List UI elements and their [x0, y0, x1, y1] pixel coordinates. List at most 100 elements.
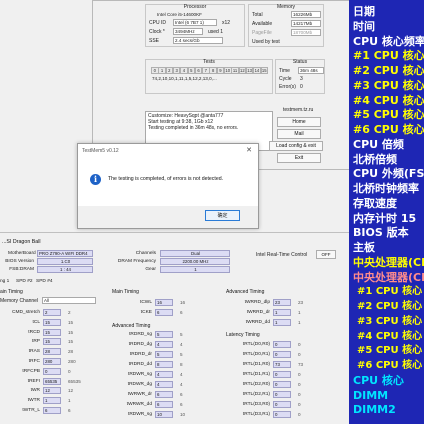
timing-readout: 0 [298, 342, 301, 347]
bios-label: BIOS Version [5, 259, 34, 264]
timing-value[interactable]: 2 [43, 309, 61, 316]
osd-line: #5 CPU 核心频 [353, 108, 424, 122]
clock-label: Clock * [149, 29, 165, 35]
dialog-message: The testing is completed, of errors is n… [108, 176, 224, 182]
osd-line: #3 CPU 核心 [357, 315, 423, 327]
site-link[interactable]: testmem.tz.ru [283, 107, 313, 113]
timing-label: tRFCPB [22, 368, 40, 374]
motherboard-value: PRO Z790-A WIFI DDR4 [37, 250, 93, 257]
timing-value[interactable]: 4 [155, 371, 173, 378]
timing-value[interactable]: 6 [155, 401, 173, 408]
irtc-label: Intel Real-Time Control [256, 252, 308, 258]
timing-label: tRTL(D3,R0) [242, 402, 270, 407]
timing-label: tRDWR_dg [127, 382, 152, 387]
timing-value[interactable]: 0 [273, 351, 291, 358]
status-title: Status [292, 59, 308, 65]
tab-spd1[interactable]: ng 1 [0, 279, 9, 284]
timing-label: tRDWR_sg [128, 412, 152, 417]
timing-value[interactable]: 15 [43, 328, 61, 336]
osd-line: 日期 [353, 5, 375, 18]
timing-value[interactable]: 280 [43, 358, 61, 365]
timing-label: tRDRD_sg [129, 332, 152, 337]
timing-value[interactable]: 0 [43, 367, 61, 375]
total-label: Total [252, 12, 263, 18]
timing-value[interactable]: 73 [273, 361, 291, 368]
timing-value[interactable]: 1 [43, 397, 61, 405]
timing-value[interactable]: 12 [43, 387, 61, 395]
mail-button[interactable]: Mail [277, 129, 321, 139]
timing-label: tRDWR_sg [128, 372, 152, 377]
timing-value[interactable]: 10 [155, 411, 173, 418]
exit-button[interactable]: Exit [277, 153, 321, 163]
timing-value[interactable]: 0 [273, 401, 291, 408]
message-dialog: TestMem5 v0.12 ✕ i The testing is comple… [77, 143, 259, 229]
timing-value[interactable]: 5 [155, 351, 173, 358]
timing-readout: 0 [298, 402, 301, 407]
timing-label: tRDRD_dr [129, 352, 152, 357]
timing-readout: 280 [68, 359, 76, 364]
timing-value[interactable]: 1 [273, 319, 291, 326]
osd-line: 北桥倍频 [353, 152, 397, 166]
timing-label: tRFC [28, 359, 40, 364]
memory-channel-label: Memory Channel [0, 298, 39, 304]
osd-line: #2 CPU 核心 [357, 301, 423, 312]
timing-label: tRAS [28, 349, 40, 355]
timing-value[interactable]: 1 [273, 309, 291, 316]
timing-label: tWTR_L [22, 408, 40, 413]
cpu-threads: x12 [222, 20, 231, 26]
close-icon[interactable]: ✕ [246, 146, 252, 154]
timing-value[interactable]: 23 [273, 299, 291, 306]
processor-group: Processor Intel Core i5-14600KF CPU ID I… [145, 4, 245, 47]
timing-readout: 15 [68, 339, 74, 345]
timing-value[interactable]: 65535 [43, 377, 61, 385]
errors-label: Error(s) [279, 84, 296, 90]
timing-readout: 6 [68, 408, 71, 413]
timing-value[interactable]: 0 [273, 341, 291, 348]
timing-value[interactable]: 0 [273, 411, 291, 418]
timing-value[interactable]: 6 [43, 407, 61, 414]
memory-channel-select[interactable]: All [42, 297, 96, 304]
timing-value[interactable]: 0 [273, 391, 291, 398]
timing-label: tCKE [140, 310, 152, 315]
timing-value[interactable]: 4 [155, 381, 173, 388]
timing-value[interactable]: 5 [155, 331, 173, 338]
fsb-label: FSB:DRAM [9, 267, 34, 272]
timing-value[interactable]: 8 [155, 361, 173, 368]
tab-spd2[interactable]: SPD #2 [16, 279, 33, 284]
load-config-button[interactable]: Load config & exit [269, 141, 323, 151]
timing-label: tRDRD_dg [128, 342, 152, 347]
timing-label: tRTL(D1,R0) [242, 362, 270, 367]
timing-value[interactable]: 15 [43, 318, 61, 326]
dialog-title: TestMem5 v0.12 [82, 148, 119, 154]
irtc-toggle[interactable]: OFF [316, 250, 336, 259]
osd-line: 存取速度 [353, 196, 397, 210]
sse-label: SSE [149, 38, 160, 44]
timing-value[interactable]: 28 [43, 348, 61, 356]
timing-value[interactable]: 6 [155, 309, 173, 316]
timing-value[interactable]: 16 [155, 299, 173, 306]
timing-label: tRTL(D2,R0) [242, 382, 270, 387]
timing-value[interactable]: 0 [273, 381, 291, 388]
timing-label: tWRRD_dlp [244, 300, 270, 305]
ok-button[interactable]: 确定 [205, 210, 240, 221]
timing-value[interactable]: 15 [43, 338, 61, 346]
timing-label: tRDRD_dd [128, 362, 152, 367]
osd-line: DIMM2 [353, 403, 396, 417]
timing-value[interactable]: 6 [155, 391, 173, 398]
timing-readout: 5 [180, 352, 183, 357]
tab-spd4[interactable]: SPD #4 [36, 279, 53, 284]
processor-title: Processor [183, 4, 207, 10]
osd-line: BIOS 版本 [353, 226, 409, 240]
timing-value[interactable]: 4 [155, 341, 173, 348]
timing-value[interactable]: 0 [273, 371, 291, 378]
gear-value: 1 [160, 266, 230, 273]
timing-label: tWRWR_dr [127, 392, 152, 397]
timing-readout: 0 [298, 412, 301, 417]
timing-label: tRTL(D2,R1) [242, 392, 270, 397]
tc-window-title: ...SI Dragon Ball [2, 239, 41, 245]
osd-line: #4 CPU 核心频 [353, 93, 424, 107]
time-value: 36m 48s [298, 67, 324, 74]
home-button[interactable]: Home [277, 117, 321, 127]
gear-label: Gear [145, 267, 156, 272]
osd-line: 中央处理器(CP [353, 255, 424, 269]
